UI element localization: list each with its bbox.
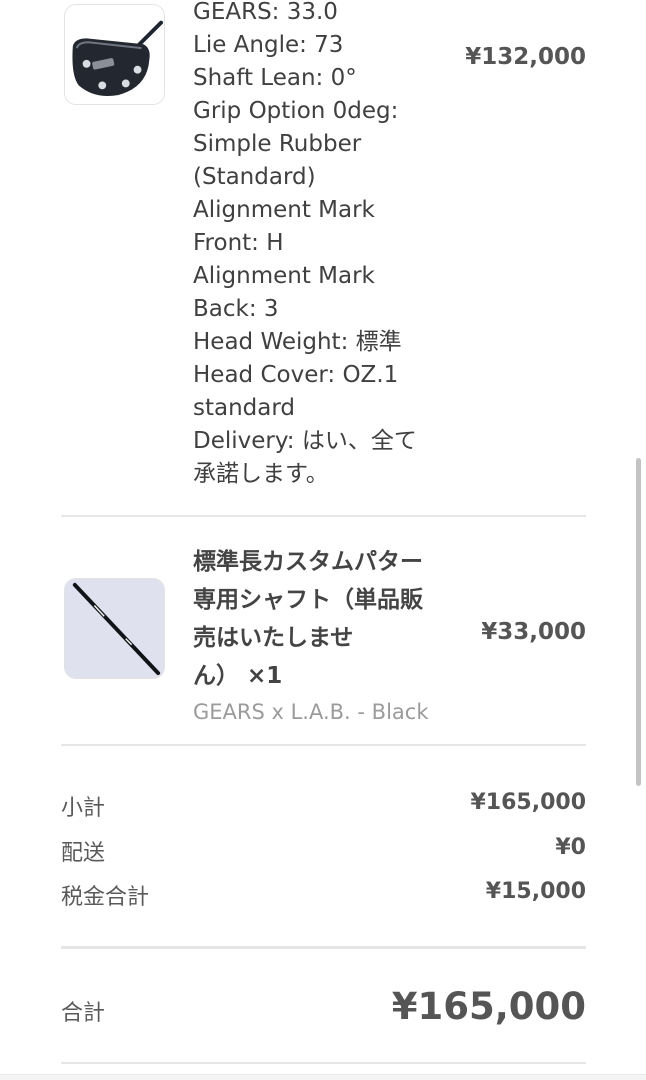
shipping-value: ¥0 [555, 835, 586, 860]
divider [61, 946, 586, 949]
item-property: standard [193, 395, 296, 421]
item-property: Grip Option 0deg: [193, 98, 399, 124]
total-label: 合計 [61, 1001, 106, 1026]
item-property: Head Weight: 標準 [193, 329, 402, 355]
item-property: Lie Angle: 73 [193, 32, 344, 58]
item-property: (Standard) [193, 164, 316, 190]
putter-shaft-image[interactable] [64, 578, 165, 679]
item-property: Simple Rubber [193, 131, 362, 157]
total-row: 合計 ¥165,000 [61, 985, 586, 1035]
shipping-label: 配送 [61, 841, 106, 866]
item-property: Alignment Mark [193, 263, 375, 289]
item-property: Shaft Lean: 0° [193, 65, 357, 91]
subtotal-row: 小計 ¥165,000 [61, 790, 586, 830]
tax-value: ¥15,000 [485, 879, 586, 904]
line-item-price: ¥33,000 [481, 619, 586, 645]
item-title: 専用シャフト（単品販 [193, 587, 423, 613]
shipping-row: 配送 ¥0 [61, 835, 586, 875]
item-variant: GEARS x L.A.B. - Black [193, 700, 429, 724]
line-item: 標準長カスタムパター 専用シャフト（単品販 売はいたしませ ん） ×1 GEAR… [62, 516, 586, 745]
line-item: GEARS: 33.0 Lie Angle: 73 Shaft Lean: 0°… [62, 0, 586, 515]
subtotal-label: 小計 [61, 796, 106, 821]
item-property: Front: H [193, 230, 284, 256]
item-title: ん） ×1 [193, 663, 283, 689]
item-property: Delivery: はい、全て [193, 428, 417, 454]
divider [61, 1062, 586, 1064]
tax-row: 税金合計 ¥15,000 [61, 879, 586, 919]
item-property: 承諾します。 [193, 461, 329, 487]
item-property: Back: 3 [193, 296, 279, 322]
item-property: Alignment Mark [193, 197, 375, 223]
item-title: 標準長カスタムパター [193, 549, 423, 575]
tax-label: 税金合計 [61, 885, 150, 910]
total-value: ¥165,000 [391, 985, 586, 1028]
putter-head-image[interactable] [64, 4, 165, 105]
item-title: 売はいたしませ [193, 625, 354, 651]
item-property: Head Cover: OZ.1 [193, 362, 399, 388]
line-item-details: 標準長カスタムパター 専用シャフト（単品販 売はいたしませ ん） ×1 GEAR… [193, 543, 453, 729]
putter-head-icon [65, 5, 164, 104]
scrollbar[interactable] [636, 458, 641, 786]
divider [61, 744, 586, 746]
putter-shaft-icon [65, 579, 164, 678]
subtotal-value: ¥165,000 [470, 790, 586, 815]
page-bottom-edge [0, 1074, 646, 1080]
line-item-price: ¥132,000 [465, 44, 586, 70]
line-item-details: GEARS: 33.0 Lie Angle: 73 Shaft Lean: 0°… [193, 0, 453, 491]
item-property: GEARS: 33.0 [193, 0, 338, 25]
